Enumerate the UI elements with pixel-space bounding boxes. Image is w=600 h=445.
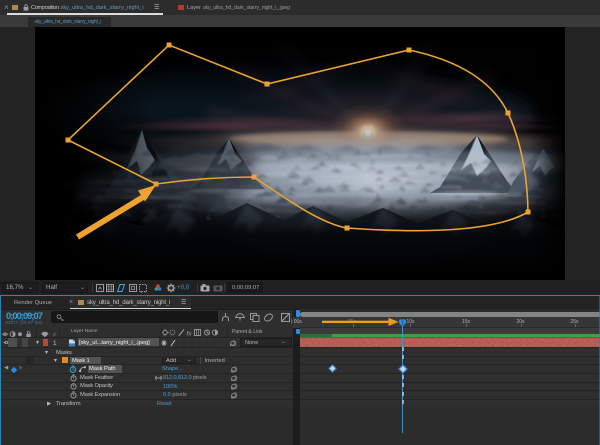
svg-text:fx: fx: [187, 330, 193, 337]
svg-text:#: #: [53, 332, 56, 337]
